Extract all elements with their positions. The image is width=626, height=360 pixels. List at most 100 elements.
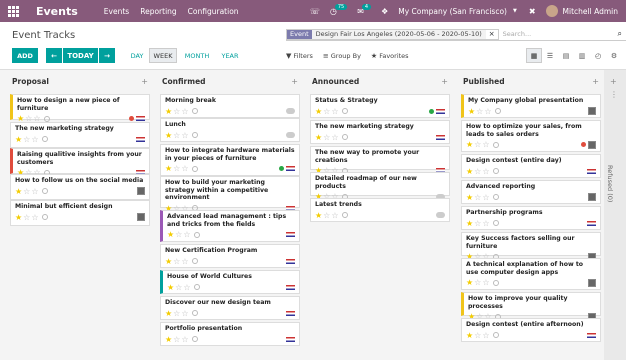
star-icon[interactable]: ★ (165, 335, 172, 344)
star-icon[interactable]: ☆ (31, 213, 38, 222)
clock-icon[interactable] (341, 134, 348, 140)
star-icon[interactable]: ☆ (173, 257, 180, 266)
clock-icon[interactable] (193, 231, 200, 238)
star-icon[interactable]: ☆ (173, 107, 180, 116)
star-icon[interactable]: ☆ (482, 331, 489, 340)
star-icon[interactable]: ☆ (181, 335, 188, 344)
star-icon[interactable]: ☆ (23, 187, 30, 196)
event-card[interactable]: How to optimize your sales, from leads t… (461, 120, 601, 152)
star-icon[interactable]: ☆ (181, 309, 188, 318)
filters-dropdown[interactable]: ▼ Filters (286, 52, 313, 60)
clock-icon[interactable] (191, 310, 198, 316)
star-icon[interactable]: ☆ (482, 167, 489, 176)
facet-remove-icon[interactable]: × (486, 30, 498, 38)
clock-icon[interactable] (43, 115, 50, 122)
event-card[interactable]: Design contest (entire day) ★ ☆ ☆ (461, 154, 601, 178)
event-card[interactable]: House of World Cultures ★ ☆ ☆ (160, 270, 300, 294)
clock-icon[interactable] (193, 284, 200, 290)
event-card[interactable]: Design contest (entire afternoon) ★ ☆ ☆ (461, 318, 601, 342)
status-dot[interactable] (129, 116, 134, 121)
star-icon[interactable]: ★ (15, 187, 22, 196)
star-icon[interactable]: ☆ (181, 257, 188, 266)
event-card[interactable]: The new way to promote your creations ★ ☆… (310, 146, 450, 175)
star-icon[interactable]: ★ (165, 107, 172, 116)
star-icon[interactable]: ☆ (181, 131, 188, 140)
star-icon[interactable]: ☆ (183, 283, 190, 292)
add-card-icon[interactable]: + (141, 77, 148, 86)
app-title[interactable]: Events (36, 5, 78, 18)
clock-icon[interactable] (191, 108, 198, 114)
star-icon[interactable]: ☆ (181, 164, 188, 173)
star-icon[interactable]: ☆ (31, 135, 38, 144)
star-icon[interactable]: ☆ (323, 211, 330, 220)
menu-events[interactable]: Events (104, 7, 129, 16)
star-icon[interactable]: ☆ (474, 140, 481, 149)
company-switcher[interactable]: My Company (San Francisco) (398, 7, 507, 16)
event-card[interactable]: Advanced lead management : tips and tric… (160, 210, 300, 242)
star-icon[interactable]: ★ (165, 309, 172, 318)
star-icon[interactable]: ★ (15, 135, 22, 144)
star-icon[interactable]: ★ (468, 107, 475, 116)
clock-icon[interactable] (41, 136, 48, 142)
add-card-icon[interactable]: + (610, 77, 617, 86)
star-icon[interactable]: ☆ (482, 278, 489, 287)
clock-icon[interactable] (341, 108, 348, 114)
event-card[interactable]: Key Success factors selling our furnitur… (461, 232, 601, 261)
star-icon[interactable]: ☆ (482, 219, 489, 228)
clock-icon[interactable] (41, 188, 48, 194)
star-icon[interactable]: ★ (165, 131, 172, 140)
scale-day[interactable]: DAY (126, 48, 148, 63)
star-icon[interactable]: ☆ (23, 213, 30, 222)
event-card[interactable]: Lunch ★ ☆ ☆ (160, 118, 300, 142)
star-icon[interactable]: ☆ (331, 211, 338, 220)
scale-month[interactable]: MONTH (180, 48, 214, 63)
star-icon[interactable]: ★ (466, 278, 473, 287)
clock-icon[interactable] (492, 279, 499, 286)
clock-icon[interactable] (492, 332, 499, 338)
menu-reporting[interactable]: Reporting (140, 7, 176, 16)
user-menu[interactable]: Mitchell Admin (563, 7, 618, 16)
clock-icon[interactable] (492, 194, 499, 200)
gift-icon[interactable]: ❖ (381, 7, 388, 16)
graph-view-icon[interactable]: ▥ (574, 48, 590, 63)
search-icon[interactable]: ⌕ (618, 29, 622, 39)
event-card[interactable]: How to integrate hardware materials in y… (160, 144, 300, 176)
star-icon[interactable]: ☆ (173, 309, 180, 318)
star-icon[interactable]: ★ (466, 331, 473, 340)
star-icon[interactable]: ☆ (31, 187, 38, 196)
today-button[interactable]: TODAY (63, 48, 98, 63)
star-icon[interactable]: ☆ (183, 230, 190, 239)
event-card[interactable]: Morning break ★ ☆ ☆ (160, 94, 300, 118)
groupby-dropdown[interactable]: ≡ Group By (323, 52, 361, 60)
star-icon[interactable]: ☆ (482, 193, 489, 202)
add-button[interactable]: ADD (12, 48, 38, 63)
settings-view-icon[interactable]: ⚙ (606, 48, 622, 63)
user-avatar[interactable] (545, 5, 558, 17)
star-icon[interactable]: ★ (15, 213, 22, 222)
star-icon[interactable]: ☆ (323, 107, 330, 116)
event-card[interactable]: My Company global presentation ★ ☆ ☆ (461, 94, 601, 118)
clock-icon[interactable] (191, 132, 198, 138)
more-options-icon[interactable]: ⋮ (610, 90, 618, 99)
clock-icon[interactable] (191, 336, 198, 342)
event-card[interactable]: Status & Strategy ★ ☆ ☆ (310, 94, 450, 118)
chevron-down-icon[interactable]: ▼ (513, 8, 517, 14)
star-icon[interactable]: ★ (315, 107, 322, 116)
clock-icon[interactable] (191, 165, 198, 172)
star-icon[interactable]: ★ (315, 133, 322, 142)
event-card[interactable]: Latest trends ★ ☆ ☆ (310, 198, 450, 222)
previous-button[interactable]: ← (46, 48, 62, 63)
add-card-icon[interactable]: + (291, 77, 298, 86)
activities-icon[interactable]: ◷ 75 (330, 4, 348, 16)
event-card[interactable]: Discover our new design team ★ ☆ ☆ (160, 296, 300, 320)
clock-icon[interactable] (492, 168, 499, 174)
event-card[interactable]: Detailed roadmap of our new products ★ ☆ ☆ (310, 172, 450, 201)
column-refused-folded[interactable]: + ⋮ Refused (0) (604, 70, 626, 360)
event-card[interactable]: Portfolio presentation ★ ☆ ☆ (160, 322, 300, 346)
star-icon[interactable]: ★ (466, 219, 473, 228)
star-icon[interactable]: ☆ (474, 167, 481, 176)
event-card[interactable]: How to build your marketing strategy wit… (160, 176, 300, 213)
event-card[interactable]: Partnership programs ★ ☆ ☆ (461, 206, 601, 230)
clock-icon[interactable] (341, 212, 348, 218)
clock-icon[interactable] (492, 220, 499, 226)
